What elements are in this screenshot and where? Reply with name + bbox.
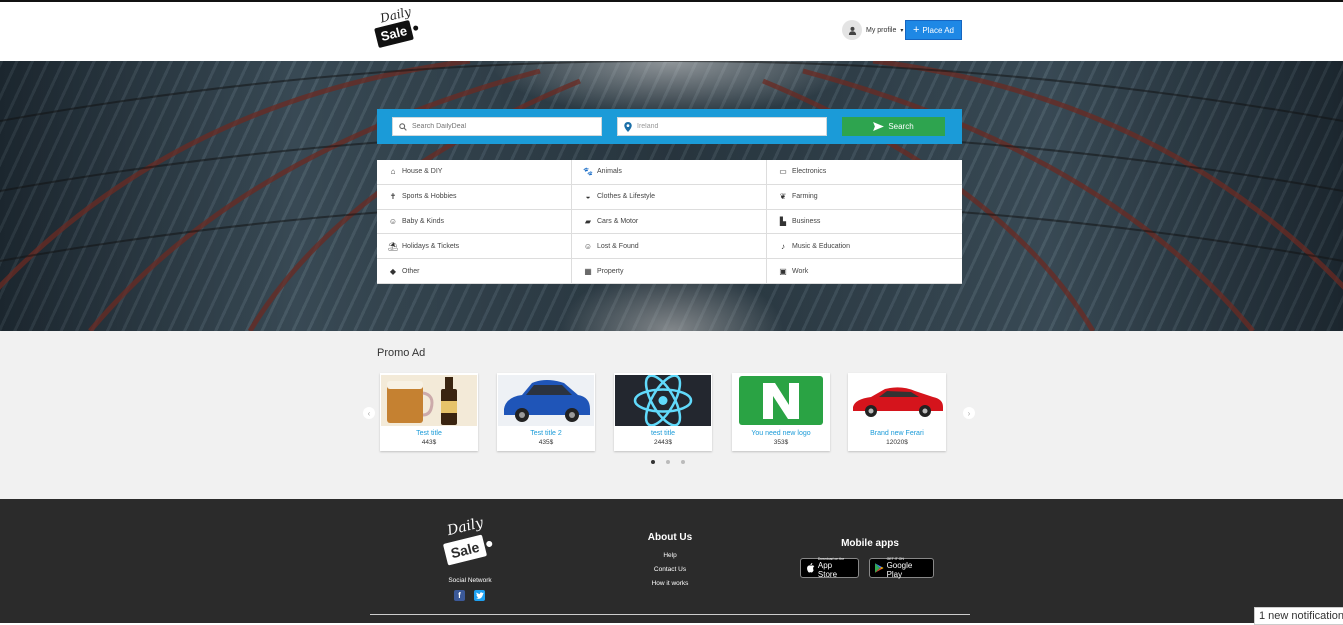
promo-title: Promo Ad <box>377 347 426 359</box>
help-link[interactable]: Help <box>630 549 710 563</box>
promo-card[interactable]: Test title 443$ <box>380 373 478 451</box>
chevron-right-icon: › <box>967 408 971 418</box>
google-play-icon <box>875 563 884 573</box>
promo-card[interactable]: Test title 2 435$ <box>497 373 595 451</box>
promo-section: Promo Ad ‹ › Test title 443$ Test title … <box>0 331 1343 499</box>
category-other[interactable]: ◆ Other <box>377 259 572 284</box>
promo-card-title: Test title <box>416 430 442 437</box>
twitter-icon[interactable] <box>474 590 485 601</box>
site-header: Daily Sale My profile ▾ + Place Ad <box>0 2 1343 61</box>
music-icon: ♪ <box>781 241 785 251</box>
carousel-dot-2[interactable] <box>666 460 670 464</box>
promo-card[interactable]: You need new logo 353$ <box>732 373 830 451</box>
search-field[interactable] <box>392 117 602 136</box>
red-car-image <box>849 375 945 426</box>
promo-card-title: You need new logo <box>751 430 811 437</box>
category-business[interactable]: ▙ Business <box>767 210 962 235</box>
promo-card-price: 443$ <box>421 439 437 446</box>
car-icon: ▰ <box>584 216 592 226</box>
category-cars-motor[interactable]: ▰ Cars & Motor <box>572 209 767 235</box>
carousel-prev-button[interactable]: ‹ <box>363 407 375 419</box>
smiley-icon: ☺ <box>583 241 593 251</box>
laptop-icon: ▭ <box>779 167 787 177</box>
site-footer: Daily Sale Social Network f About Us Hel… <box>0 499 1343 623</box>
how-it-works-link[interactable]: How it works <box>630 577 710 591</box>
farming-icon: ❦ <box>779 192 787 202</box>
briefcase-icon: ▣ <box>779 266 787 276</box>
promo-card[interactable]: Brand new Ferari 12020$ <box>848 373 946 451</box>
apple-icon <box>807 563 815 573</box>
category-lost-found[interactable]: ☺ Lost & Found <box>572 234 767 260</box>
category-animals[interactable]: 🐾 Animals <box>572 160 767 185</box>
n-logo-image <box>733 375 829 426</box>
about-title: About Us <box>647 532 693 543</box>
react-logo-image <box>615 375 711 426</box>
google-play-badge[interactable]: GET IT ON Google Play <box>869 557 934 579</box>
facebook-icon[interactable]: f <box>454 590 465 601</box>
search-icon <box>399 122 407 131</box>
baby-icon: ☺ <box>388 216 398 226</box>
send-icon <box>873 122 885 131</box>
plus-icon: + <box>912 23 920 36</box>
site-logo[interactable]: Daily Sale <box>374 4 420 52</box>
paw-icon: 🐾 <box>583 167 593 177</box>
promo-card-title: Brand new Ferari <box>870 430 924 437</box>
profile-menu[interactable]: My profile ▾ <box>842 20 903 40</box>
beach-icon: ⛱ <box>388 241 399 251</box>
mobile-apps-title: Mobile apps <box>841 538 899 549</box>
contact-us-link[interactable]: Contact Us <box>630 563 710 577</box>
search-bar: Search <box>377 109 962 144</box>
footer-divider <box>370 614 970 615</box>
carousel-next-button[interactable]: › <box>963 407 975 419</box>
home-icon: ⌂ <box>390 167 396 177</box>
category-music-education[interactable]: ♪ Music & Education <box>767 234 962 260</box>
promo-card[interactable]: test title 2443$ <box>614 373 712 451</box>
promo-card-title: Test title 2 <box>530 430 562 437</box>
category-electronics[interactable]: ▭ Electronics <box>767 160 962 185</box>
app-store-badge[interactable]: Download on the App Store <box>800 557 859 579</box>
location-input[interactable] <box>637 123 807 130</box>
caret-down-icon: ▾ <box>900 27 904 34</box>
profile-label: My profile <box>866 26 897 34</box>
footer-logo[interactable]: Daily Sale <box>442 515 495 569</box>
carousel-dot-1[interactable] <box>651 460 655 464</box>
category-house-diy[interactable]: ⌂ House & DIY <box>377 160 572 185</box>
notification-toast[interactable]: 1 new notification <box>1254 607 1343 625</box>
property-icon: ▦ <box>584 266 592 276</box>
promo-card-price: 435$ <box>538 439 554 446</box>
hero-section: Search ⌂House & DIY 🐾Animals ▭Electronic… <box>0 61 1343 331</box>
category-work[interactable]: ▣ Work <box>767 259 962 284</box>
sports-icon: ✝ <box>389 192 397 202</box>
blue-car-image <box>498 375 594 426</box>
mobile-apps-section: Mobile apps <box>800 538 940 549</box>
category-sports-hobbies[interactable]: ✝ Sports & Hobbies <box>377 184 572 210</box>
place-ad-button[interactable]: + Place Ad <box>905 20 962 40</box>
search-input[interactable] <box>412 123 582 130</box>
category-clothes-lifestyle[interactable]: ◒ Clothes & Lifestyle <box>572 184 767 210</box>
category-property[interactable]: ▦ Property <box>572 259 767 284</box>
carousel-pagination <box>651 460 685 464</box>
category-holidays-tickets[interactable]: ⛱ Holidays & Tickets <box>377 234 572 260</box>
beer-glass-image <box>381 375 477 426</box>
tag-icon: ◆ <box>389 266 397 276</box>
about-section: About Us Help Contact Us How it works <box>630 532 710 591</box>
promo-card-title: test title <box>650 430 676 437</box>
user-avatar-icon <box>842 20 862 40</box>
category-farming[interactable]: ❦ Farming <box>767 185 962 210</box>
clothes-icon: ◒ <box>585 192 591 202</box>
promo-card-price: 353$ <box>773 439 789 446</box>
footer-tagline: Social Network <box>448 577 492 584</box>
chevron-left-icon: ‹ <box>367 408 371 418</box>
promo-card-price: 12020$ <box>886 439 908 446</box>
carousel-dot-3[interactable] <box>681 460 685 464</box>
category-grid: ⌂ House & DIY 🐾 Animals ▭ Electronics ✝ Spor… <box>377 160 962 284</box>
search-button[interactable]: Search <box>842 117 945 136</box>
location-field[interactable] <box>617 117 827 136</box>
promo-card-price: 2443$ <box>653 439 673 446</box>
location-pin-icon <box>624 121 632 132</box>
category-baby-kinds[interactable]: ☺ Baby & Kinds <box>377 209 572 235</box>
business-icon: ▙ <box>779 216 787 226</box>
